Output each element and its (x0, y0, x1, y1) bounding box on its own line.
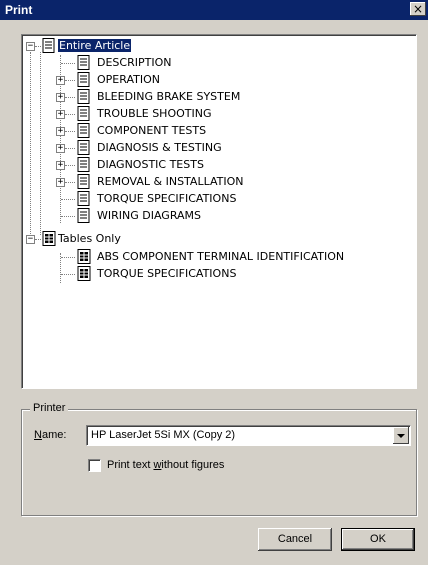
tree-node-label: DESCRIPTION (97, 56, 172, 69)
tree-connector (35, 239, 41, 240)
expand-icon[interactable]: + (56, 110, 65, 119)
printer-name-label: Name: (34, 429, 66, 441)
document-icon (77, 140, 90, 155)
close-icon[interactable]: × (410, 2, 426, 16)
printer-group-label: Printer (30, 402, 69, 414)
collapse-icon[interactable]: − (26, 235, 35, 244)
tree-node-label: WIRING DIAGRAMS (97, 209, 202, 222)
tree-node-label: Tables Only (58, 232, 121, 245)
document-icon (77, 89, 90, 104)
printer-select-value: HP LaserJet 5Si MX (Copy 2) (91, 429, 236, 441)
tree-connector (65, 131, 75, 132)
cancel-button[interactable]: Cancel (258, 528, 332, 551)
article-tree[interactable]: − Entire Article DESCRIPTION + OPERATION… (21, 34, 417, 389)
tree-node[interactable]: + DIAGNOSIS & TESTING (22, 140, 402, 157)
tree-node[interactable]: + BLEEDING BRAKE SYSTEM (22, 89, 402, 106)
tree-node[interactable]: + TROUBLE SHOOTING (22, 106, 402, 123)
tree-node[interactable]: WIRING DIAGRAMS (22, 208, 402, 225)
expand-icon[interactable]: + (56, 144, 65, 153)
document-icon (77, 191, 90, 206)
print-without-figures-checkbox[interactable] (88, 459, 101, 472)
print-dialog: Print × − Entire Article DESCRIPTION + O… (0, 0, 428, 565)
chevron-down-icon (397, 434, 405, 438)
printer-select[interactable]: HP LaserJet 5Si MX (Copy 2) (86, 425, 411, 446)
tree-connector (35, 46, 41, 47)
tree-node[interactable]: ABS COMPONENT TERMINAL IDENTIFICATION (22, 249, 402, 266)
tree-node-label: TROUBLE SHOOTING (97, 107, 212, 120)
tree-node-label: TORQUE SPECIFICATIONS (97, 192, 237, 205)
tree-node-entire-article[interactable]: − Entire Article (22, 38, 222, 55)
document-icon (77, 208, 90, 223)
collapse-icon[interactable]: − (26, 42, 35, 51)
tree-connector (65, 148, 75, 149)
tree-connector (65, 182, 75, 183)
document-icon (77, 174, 90, 189)
ok-button[interactable]: OK (341, 528, 415, 551)
document-icon (77, 55, 90, 70)
document-icon (42, 38, 55, 53)
tree-node[interactable]: + DIAGNOSTIC TESTS (22, 157, 402, 174)
document-icon (77, 72, 90, 87)
tree-node-label: TORQUE SPECIFICATIONS (97, 267, 237, 280)
checkbox-label-text: Print text (107, 459, 154, 471)
tree-node[interactable]: TORQUE SPECIFICATIONS (22, 191, 402, 208)
table-icon (77, 266, 91, 281)
tree-connector (65, 80, 75, 81)
expand-icon[interactable]: + (56, 161, 65, 170)
table-icon (77, 249, 91, 264)
expand-icon[interactable]: + (56, 76, 65, 85)
tree-connector (65, 97, 75, 98)
print-without-figures-label[interactable]: Print text without figures (107, 459, 224, 471)
table-icon (42, 231, 56, 246)
tree-node-label: BLEEDING BRAKE SYSTEM (97, 90, 241, 103)
tree-node[interactable]: DESCRIPTION (22, 55, 402, 72)
tree-connector (61, 274, 75, 275)
tree-node-label: REMOVAL & INSTALLATION (97, 175, 244, 188)
tree-node[interactable]: TORQUE SPECIFICATIONS (22, 266, 402, 283)
expand-icon[interactable]: + (56, 93, 65, 102)
checkbox-label-text: ithout figures (161, 459, 225, 471)
tree-node[interactable]: + OPERATION (22, 72, 402, 89)
tree-node-label: OPERATION (97, 73, 160, 86)
tree-connector (65, 165, 75, 166)
expand-icon[interactable]: + (56, 178, 65, 187)
document-icon (77, 106, 90, 121)
tree-connector (65, 114, 75, 115)
window-title: Print (5, 3, 33, 17)
tree-node-label: ABS COMPONENT TERMINAL IDENTIFICATION (97, 250, 345, 263)
tree-connector (61, 216, 75, 217)
document-icon (77, 123, 90, 138)
tree-connector (61, 257, 75, 258)
tree-node-label: Entire Article (56, 38, 133, 53)
tree-node-label: DIAGNOSIS & TESTING (97, 141, 222, 154)
title-bar: Print × (0, 0, 428, 20)
tree-node[interactable]: + COMPONENT TESTS (22, 123, 402, 140)
tree-node[interactable]: + REMOVAL & INSTALLATION (22, 174, 402, 191)
tree-connector (61, 63, 75, 64)
tree-connector (61, 199, 75, 200)
tree-node-label: DIAGNOSTIC TESTS (97, 158, 204, 171)
expand-icon[interactable]: + (56, 127, 65, 136)
name-label-text: ame: (41, 429, 67, 441)
name-label-accesskey: N (34, 429, 42, 441)
document-icon (77, 157, 90, 172)
dropdown-button[interactable] (393, 427, 409, 444)
tree-node-label: COMPONENT TESTS (97, 124, 207, 137)
tree-node-tables-only[interactable]: − Tables Only (22, 231, 222, 248)
